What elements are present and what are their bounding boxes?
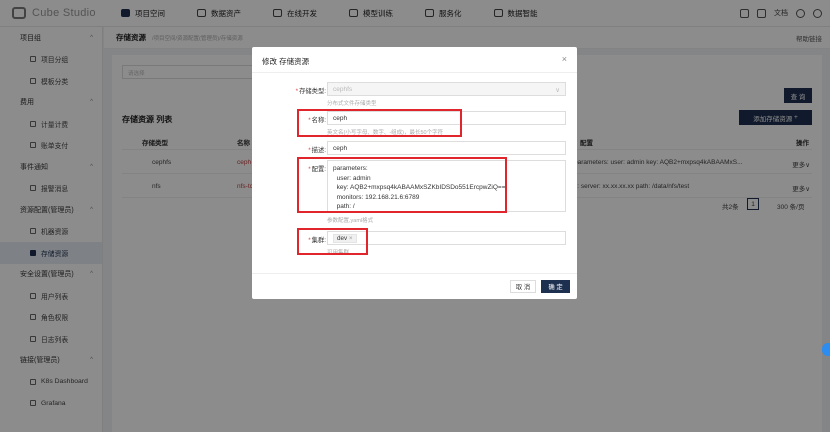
ok-button[interactable]: 确 定 xyxy=(541,280,570,293)
highlight-box xyxy=(297,157,507,213)
divider xyxy=(252,72,577,73)
chevron-down-icon: ∨ xyxy=(555,87,560,94)
storage-type-select: cephfs ∨ xyxy=(327,82,566,96)
config-hint: 参数配置,yaml格式 xyxy=(327,218,374,224)
side-panel-handle[interactable] xyxy=(822,343,830,356)
type-label: *存储类型: xyxy=(295,88,326,95)
highlight-box xyxy=(297,228,368,255)
cancel-button[interactable]: 取 消 xyxy=(510,280,536,293)
modal-title: 修改 存储资源 xyxy=(262,57,310,66)
edit-storage-modal: 修改 存储资源 × *存储类型: cephfs ∨ 分布式文件存储类型 *名称: … xyxy=(252,47,577,299)
description-input[interactable]: ceph xyxy=(327,141,566,155)
close-icon[interactable]: × xyxy=(562,54,567,64)
desc-label: *描述: xyxy=(308,147,326,154)
highlight-box xyxy=(297,109,462,137)
divider xyxy=(252,273,577,274)
type-hint: 分布式文件存储类型 xyxy=(327,101,377,107)
